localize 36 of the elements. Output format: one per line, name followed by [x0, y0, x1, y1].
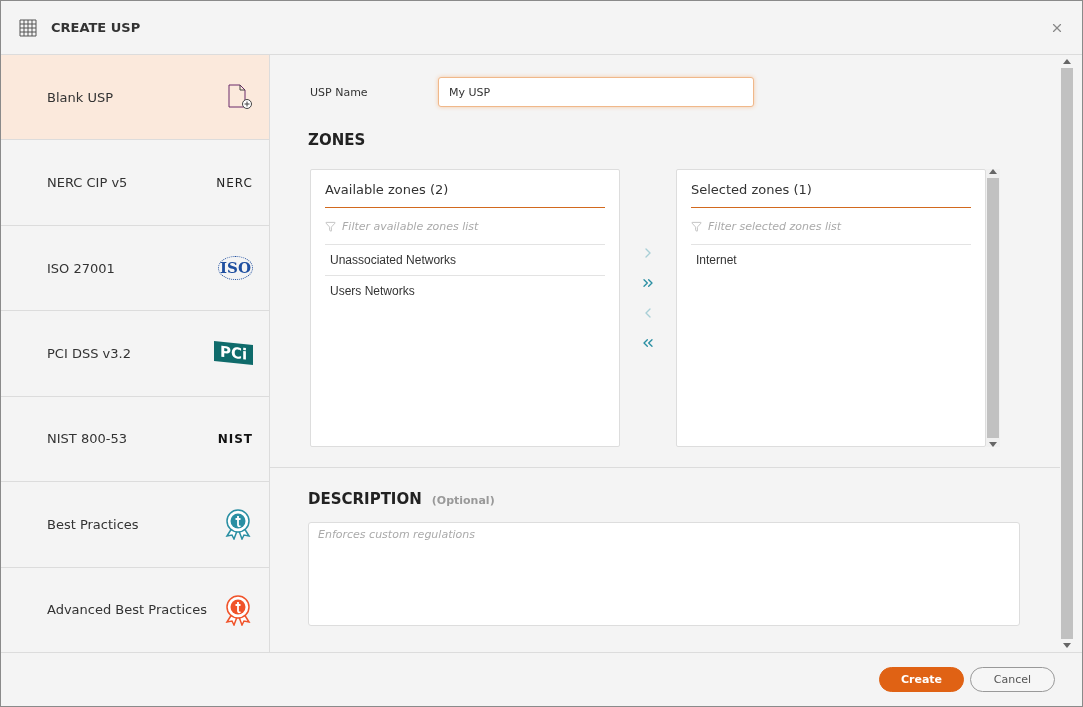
scroll-down-icon[interactable] — [1063, 643, 1071, 648]
optional-note: (Optional) — [431, 494, 495, 507]
scroll-up-icon[interactable] — [989, 169, 997, 174]
template-label: ISO 27001 — [47, 260, 115, 276]
template-label: Best Practices — [47, 516, 139, 532]
zone-item[interactable]: Unassociated Networks — [325, 245, 605, 276]
filter-icon — [325, 220, 336, 232]
section-title: DESCRIPTION — [308, 490, 422, 508]
zone-item[interactable]: Internet — [691, 245, 971, 275]
filter-field[interactable]: Filter available zones list — [340, 218, 605, 234]
field-label: USP Name — [310, 85, 368, 99]
cancel-button[interactable]: Cancel — [970, 667, 1055, 692]
scrollbar[interactable] — [986, 169, 1000, 447]
scroll-up-icon[interactable] — [1063, 59, 1071, 64]
scroll-down-icon[interactable] — [989, 442, 997, 447]
filter-icon — [691, 220, 702, 232]
template-label: PCI DSS v3.2 — [47, 345, 131, 361]
grid-icon — [19, 18, 37, 37]
filter-field[interactable]: Filter selected zones list — [706, 218, 971, 234]
create-button[interactable]: Create — [879, 667, 964, 692]
template-label: NERC CIP v5 — [47, 175, 128, 191]
template-label: Advanced Best Practices — [47, 602, 207, 618]
logo-wordmark: NERC — [216, 175, 253, 190]
logo-wordmark: NIST — [217, 431, 253, 446]
logo-wordmark: PCi — [213, 341, 253, 366]
description-field[interactable]: Enforces custom regulations — [308, 522, 1020, 626]
new-document-icon — [227, 84, 253, 111]
template-label: Blank USP — [47, 89, 113, 105]
section-title: ZONES — [308, 131, 367, 149]
template-item[interactable]: Blank USP — [1, 55, 269, 141]
name-input[interactable]: My USP — [438, 77, 754, 107]
zone-item[interactable]: Users Networks — [325, 276, 605, 306]
panel-title: Available zones (2) — [325, 170, 605, 208]
panel-title: Selected zones (1) — [691, 170, 971, 208]
dialog-title: CREATE USP — [51, 20, 141, 35]
template-label: NIST 800-53 — [47, 431, 127, 447]
